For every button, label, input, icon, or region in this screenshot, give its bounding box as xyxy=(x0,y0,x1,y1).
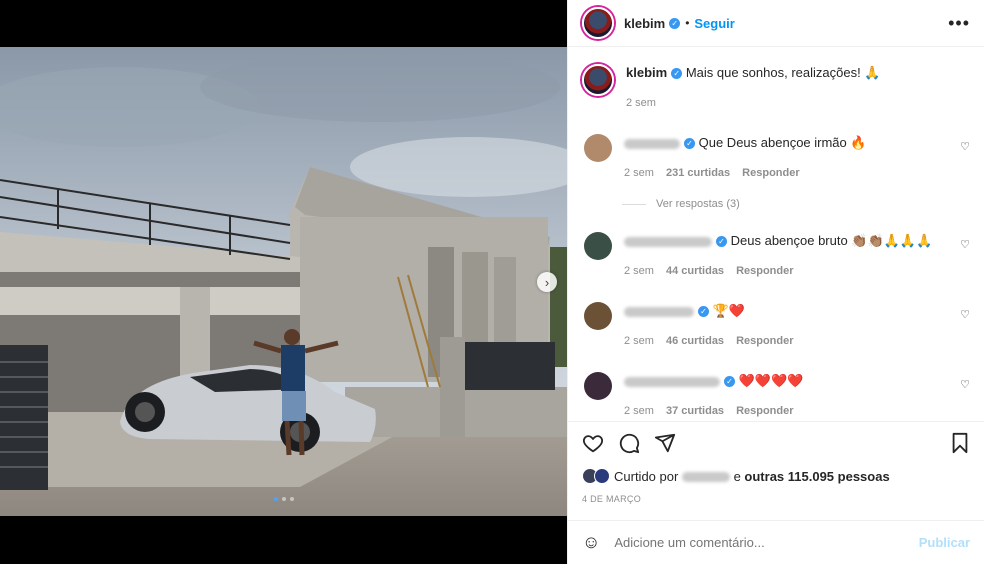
reply-button[interactable]: Responder xyxy=(736,262,793,280)
like-heart-icon[interactable] xyxy=(582,432,604,459)
comment-text: 🏆❤️ xyxy=(712,303,745,318)
comment-item: ✓ Deus abençoe bruto 👏🏽👏🏽🙏🙏🙏 2 sem 44 cu… xyxy=(582,232,970,280)
header-separator: • xyxy=(685,16,690,30)
comment-like-heart-icon[interactable]: ♡ xyxy=(960,140,970,153)
post-details: klebim ✓ • Seguir ••• klebim ✓ Mais que s… xyxy=(567,0,984,564)
comment-like-heart-icon[interactable]: ♡ xyxy=(960,238,970,251)
verified-badge-icon: ✓ xyxy=(684,138,695,150)
commenter-username-blurred[interactable] xyxy=(624,138,680,149)
caption-username[interactable]: klebim xyxy=(626,65,667,80)
next-image-button[interactable]: › xyxy=(537,272,557,292)
view-replies-label[interactable]: Ver respostas (3) xyxy=(656,198,740,210)
comment-likes[interactable]: 44 curtidas xyxy=(666,262,724,280)
media-pane: › xyxy=(0,0,567,564)
emoji-icon[interactable]: ☺ xyxy=(582,532,600,553)
post-photo[interactable] xyxy=(0,47,567,516)
verified-badge-icon: ✓ xyxy=(669,17,681,29)
share-send-icon[interactable] xyxy=(654,432,676,459)
comment-text: Deus abençoe bruto 👏🏽👏🏽🙏🙏🙏 xyxy=(730,233,933,248)
commenter-avatar[interactable] xyxy=(584,372,612,400)
verified-badge-icon: ✓ xyxy=(671,68,683,80)
comment-time: 2 sem xyxy=(624,335,654,347)
liker-username-blurred[interactable] xyxy=(681,472,730,483)
post-modal: › klebim ✓ • Seguir ••• klebim ✓ Mais que… xyxy=(0,0,984,564)
post-date[interactable]: 4 DE MARÇO xyxy=(582,494,970,504)
commenter-username-blurred[interactable] xyxy=(624,236,712,247)
carousel-dot xyxy=(289,497,294,501)
replies-divider xyxy=(622,203,646,205)
commenter-username-blurred[interactable] xyxy=(624,376,720,387)
commenter-avatar[interactable] xyxy=(584,134,612,162)
verified-badge-icon: ✓ xyxy=(724,376,735,388)
likes-summary: Curtido por e outras 115.095 pessoas xyxy=(582,468,970,484)
comments-list[interactable]: klebim ✓ Mais que sonhos, realizações! 🙏 … xyxy=(568,48,984,420)
author-username[interactable]: klebim xyxy=(624,16,665,31)
comment-time: 2 sem xyxy=(624,405,654,417)
comment-item: ✓ Que Deus abençoe irmão 🔥 2 sem 231 cur… xyxy=(582,134,970,182)
post-header: klebim ✓ • Seguir ••• xyxy=(568,0,984,47)
commenter-avatar[interactable] xyxy=(584,302,612,330)
carousel-dots xyxy=(0,497,567,501)
reply-button[interactable]: Responder xyxy=(742,164,799,182)
comment-item: ✓ ❤️❤️❤️❤️ 2 sem 37 curtidas Responder ♡ xyxy=(582,372,970,420)
view-replies[interactable]: Ver respostas (3) xyxy=(622,198,970,210)
comment-text: ❤️❤️❤️❤️ xyxy=(738,373,804,388)
likes-count[interactable]: outras 115.095 pessoas xyxy=(744,469,889,484)
verified-badge-icon: ✓ xyxy=(698,306,709,318)
comment-text: Que Deus abençoe irmão 🔥 xyxy=(698,135,867,150)
add-comment-bar: ☺ Publicar xyxy=(568,520,984,564)
comment-likes[interactable]: 46 curtidas xyxy=(666,332,724,350)
comment-likes[interactable]: 231 curtidas xyxy=(666,164,730,182)
liker-avatar[interactable] xyxy=(594,468,610,484)
post-actions: Curtido por e outras 115.095 pessoas 4 D… xyxy=(568,421,984,504)
verified-badge-icon: ✓ xyxy=(716,236,727,248)
comment-time: 2 sem xyxy=(624,167,654,179)
reply-button[interactable]: Responder xyxy=(736,332,793,350)
carousel-dot xyxy=(281,497,286,501)
liked-by-conjunction: e xyxy=(733,468,741,484)
commenter-username-blurred[interactable] xyxy=(624,306,694,317)
comment-bubble-icon[interactable] xyxy=(618,432,640,459)
follow-button[interactable]: Seguir xyxy=(694,16,734,31)
comment-input[interactable] xyxy=(614,535,919,550)
more-options-icon[interactable]: ••• xyxy=(948,13,970,34)
caption-time: 2 sem xyxy=(626,97,656,109)
carousel-dot-active xyxy=(273,497,278,501)
caption-text: Mais que sonhos, realizações! 🙏 xyxy=(685,65,881,80)
commenter-avatar[interactable] xyxy=(584,232,612,260)
photo-scene xyxy=(0,47,567,516)
publish-button[interactable]: Publicar xyxy=(919,535,970,550)
comment-time: 2 sem xyxy=(624,265,654,277)
chevron-right-icon: › xyxy=(544,274,550,290)
comment-like-heart-icon[interactable]: ♡ xyxy=(960,308,970,321)
liked-by-prefix: Curtido por xyxy=(614,468,679,484)
comment-like-heart-icon[interactable]: ♡ xyxy=(960,378,970,391)
post-caption: klebim ✓ Mais que sonhos, realizações! 🙏 … xyxy=(582,48,970,112)
reply-button[interactable]: Responder xyxy=(736,402,793,420)
author-avatar[interactable] xyxy=(582,7,614,39)
caption-avatar[interactable] xyxy=(582,64,614,96)
comment-likes[interactable]: 37 curtidas xyxy=(666,402,724,420)
save-bookmark-icon[interactable] xyxy=(950,432,970,459)
comment-item: ✓ 🏆❤️ 2 sem 46 curtidas Responder ♡ xyxy=(582,302,970,350)
